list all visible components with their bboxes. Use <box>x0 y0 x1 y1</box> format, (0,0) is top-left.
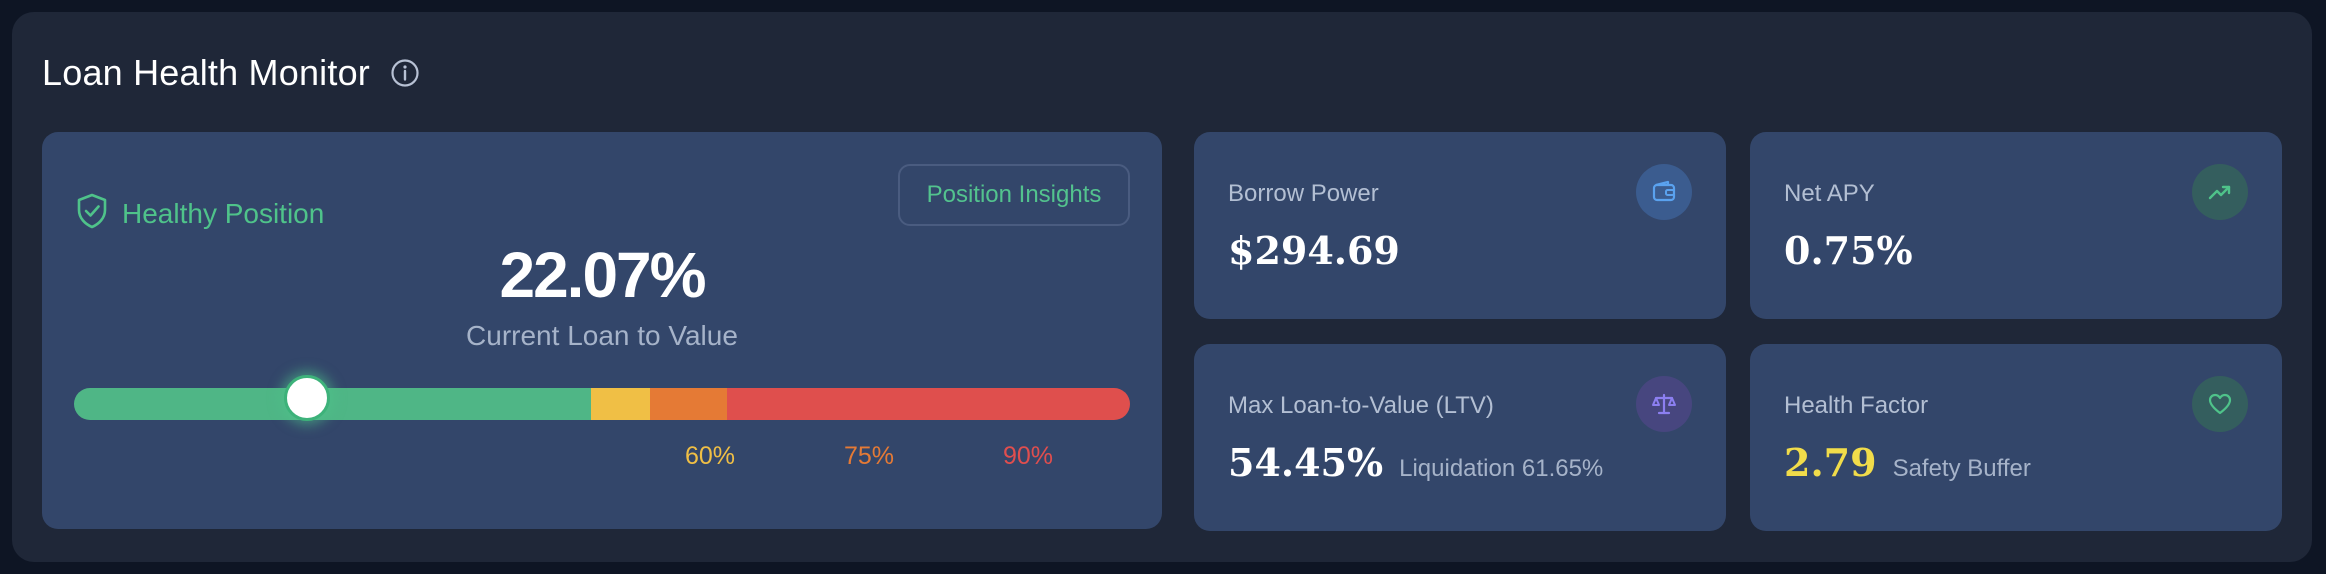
shield-check-icon <box>74 192 110 235</box>
net-apy-label: Net APY <box>1784 180 1875 207</box>
position-card: Healthy Position Position Insights 22.07… <box>42 132 1162 529</box>
threshold-label-75: 75% <box>843 442 895 470</box>
ltv-bar-warning-segment <box>591 388 650 420</box>
threshold-label-60: 60% <box>684 442 736 470</box>
borrow-power-label: Borrow Power <box>1228 180 1379 207</box>
liquidation-threshold-text: Liquidation 61.65% <box>1399 455 1604 482</box>
ltv-bar-danger-segment <box>726 388 1130 420</box>
max-ltv-label: Max Loan-to-Value (LTV) <box>1228 392 1494 419</box>
ltv-risk-bar <box>74 388 1130 420</box>
threshold-label-90: 90% <box>1002 442 1054 470</box>
borrow-power-card: Borrow Power $294.69 <box>1194 132 1726 319</box>
info-circle-icon[interactable] <box>390 58 420 88</box>
net-apy-value: 0.75% <box>1784 228 1913 273</box>
loan-health-panel: Loan Health Monitor Healthy Position Pos… <box>12 12 2312 562</box>
current-ltv-value: 22.07% <box>499 239 706 311</box>
heart-icon <box>2192 376 2248 432</box>
current-ltv-label: Current Loan to Value <box>466 320 738 351</box>
header: Loan Health Monitor <box>42 52 420 94</box>
health-factor-value: 2.79 Safety Buffer <box>1784 440 2031 485</box>
position-status-label: Healthy Position <box>122 197 325 229</box>
trending-up-icon <box>2192 164 2248 220</box>
ltv-bar-caution-segment <box>649 388 727 420</box>
max-ltv-amount: 54.45% <box>1228 440 1384 485</box>
position-status: Healthy Position <box>74 192 324 235</box>
health-factor-amount: 2.79 <box>1784 440 1877 485</box>
max-ltv-value: 54.45% Liquidation 61.65% <box>1228 440 1603 485</box>
health-factor-label: Health Factor <box>1784 392 1929 419</box>
page-title: Loan Health Monitor <box>42 52 370 93</box>
borrow-power-value: $294.69 <box>1228 228 1400 273</box>
wallet-icon <box>1636 164 1692 220</box>
max-ltv-card: Max Loan-to-Value (LTV) 54.45% Liquidati… <box>1194 344 1726 531</box>
safety-buffer-text: Safety Buffer <box>1892 455 2031 482</box>
ltv-bar-healthy-segment <box>74 388 592 420</box>
net-apy-card: Net APY 0.75% <box>1750 132 2282 319</box>
borrow-power-amount: $294.69 <box>1228 228 1400 273</box>
ltv-indicator-knob <box>284 375 331 421</box>
position-insights-button[interactable]: Position Insights <box>898 164 1130 226</box>
net-apy-amount: 0.75% <box>1784 228 1913 273</box>
health-factor-card: Health Factor 2.79 Safety Buffer <box>1750 344 2282 531</box>
scale-icon <box>1636 376 1692 432</box>
